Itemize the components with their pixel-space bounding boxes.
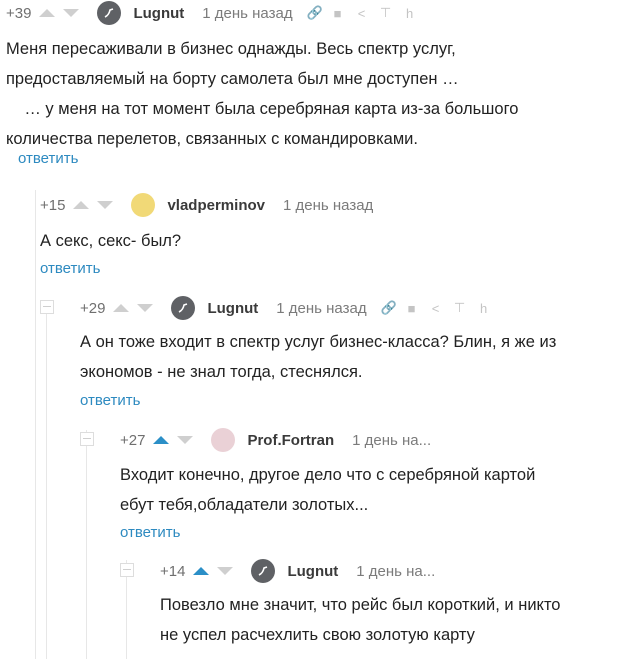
collapse-toggle[interactable] xyxy=(80,432,94,446)
rating-value: +27 xyxy=(120,431,146,449)
rating-value: +39 xyxy=(6,4,32,22)
branch-up-icon[interactable]: ⊤ xyxy=(379,5,393,21)
comment-header: +39 Lugnut 1 день назад 🔗 ■ < ⊤ h xyxy=(6,1,417,25)
upvote-icon[interactable] xyxy=(153,436,170,444)
rating-value: +15 xyxy=(40,196,66,214)
downvote-icon[interactable] xyxy=(137,304,154,312)
rating-value: +29 xyxy=(80,299,106,317)
collapse-toggle[interactable] xyxy=(40,300,54,314)
author-name[interactable]: Lugnut xyxy=(133,5,184,22)
thread-line xyxy=(86,430,87,659)
author-name[interactable]: vladperminov xyxy=(167,197,265,214)
branch-up-icon[interactable]: ⊤ xyxy=(453,300,467,316)
author-name[interactable]: Lugnut xyxy=(287,563,338,580)
thread-line xyxy=(46,300,47,659)
link-icon[interactable]: 🔗 xyxy=(381,300,397,316)
comment-text: А он тоже входит в спектр услуг бизнес-к… xyxy=(80,333,557,381)
comment-tools: 🔗 ■ < ⊤ h xyxy=(307,5,417,21)
avatar[interactable] xyxy=(171,296,196,320)
comment-text: Меня пересаживали в бизнес однажды. Весь… xyxy=(6,40,519,148)
reply-link[interactable]: ответить xyxy=(120,524,180,541)
downvote-icon[interactable] xyxy=(97,201,114,209)
reply-link[interactable]: ответить xyxy=(40,260,100,277)
reply-link[interactable]: ответить xyxy=(18,150,78,167)
comment-time[interactable]: 1 день назад xyxy=(283,197,373,214)
avatar[interactable] xyxy=(97,1,122,25)
rating-value: +14 xyxy=(160,562,186,580)
downvote-icon[interactable] xyxy=(217,567,234,575)
comment-time[interactable]: 1 день назад xyxy=(276,300,366,317)
upvote-icon[interactable] xyxy=(193,567,210,575)
save-icon[interactable]: ■ xyxy=(405,301,419,316)
comment-text: Входит конечно, другое дело что с серебр… xyxy=(120,466,536,514)
avatar[interactable] xyxy=(131,193,156,217)
avatar[interactable] xyxy=(211,428,236,452)
link-icon[interactable]: 🔗 xyxy=(307,5,323,21)
author-name[interactable]: Prof.Fortran xyxy=(247,432,334,449)
share-icon[interactable]: < xyxy=(429,301,443,316)
comment-time[interactable]: 1 день назад xyxy=(202,5,292,22)
upvote-icon[interactable] xyxy=(113,304,130,312)
comment-text: Повезло мне значит, что рейс был коротки… xyxy=(160,596,561,644)
comment-text: А секс, секс- был? xyxy=(40,232,182,250)
downvote-icon[interactable] xyxy=(177,436,194,444)
comment-time[interactable]: 1 день на... xyxy=(352,432,431,449)
comment-time[interactable]: 1 день на... xyxy=(356,563,435,580)
downvote-icon[interactable] xyxy=(63,9,80,17)
author-name[interactable]: Lugnut xyxy=(207,300,258,317)
comment-header: +14 Lugnut 1 день на... xyxy=(160,559,435,583)
comment-tools: 🔗 ■ < ⊤ h xyxy=(381,300,491,316)
bookmark-icon[interactable]: h xyxy=(403,6,417,21)
comment-header: +27 Prof.Fortran 1 день на... xyxy=(120,428,431,452)
thread-line xyxy=(35,190,36,659)
avatar[interactable] xyxy=(251,559,276,583)
bookmark-icon[interactable]: h xyxy=(477,301,491,316)
collapse-toggle[interactable] xyxy=(120,563,134,577)
upvote-icon[interactable] xyxy=(39,9,56,17)
upvote-icon[interactable] xyxy=(73,201,90,209)
share-icon[interactable]: < xyxy=(355,6,369,21)
save-icon[interactable]: ■ xyxy=(331,6,345,21)
comment-header: +15 vladperminov 1 день назад xyxy=(40,193,373,217)
reply-link[interactable]: ответить xyxy=(80,392,140,409)
comment-header: +29 Lugnut 1 день назад 🔗 ■ < ⊤ h xyxy=(80,296,491,320)
